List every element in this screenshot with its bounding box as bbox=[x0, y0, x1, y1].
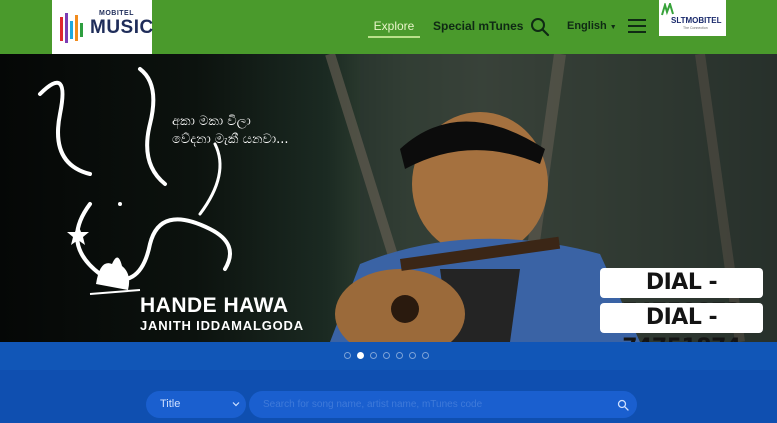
dial-code-1: DIAL - 74751873 bbox=[600, 268, 763, 325]
nav-explore-link[interactable]: Explore bbox=[368, 16, 420, 38]
slt-swoosh-icon bbox=[661, 3, 674, 16]
sltmobitel-logo[interactable]: SLTMOBITEL The Connection bbox=[659, 0, 726, 36]
sltmobitel-tagline: The Connection bbox=[683, 26, 708, 30]
sltmobitel-wordmark: SLTMOBITEL bbox=[671, 16, 722, 25]
dial-code-2: DIAL - 74751874 bbox=[600, 303, 763, 342]
carousel-dot[interactable] bbox=[344, 352, 351, 359]
banner-song-artist: JANITH IDDAMALGODA bbox=[140, 318, 304, 333]
carousel-dot[interactable] bbox=[422, 352, 429, 359]
search-input[interactable] bbox=[263, 396, 603, 413]
nav-special-mtunes-link[interactable]: Special mTunes bbox=[433, 16, 523, 36]
search-icon[interactable] bbox=[617, 399, 629, 411]
banner-lyric-line-1: අකා මකා විලා bbox=[172, 114, 251, 129]
carousel-dot[interactable] bbox=[409, 352, 416, 359]
hamburger-menu-icon[interactable] bbox=[628, 18, 646, 34]
language-dropdown[interactable]: English ▼ bbox=[567, 18, 617, 36]
logo-brand-top: MOBITEL bbox=[99, 10, 134, 17]
chevron-down-icon bbox=[232, 402, 240, 407]
carousel-dot[interactable] bbox=[396, 352, 403, 359]
carousel-indicators bbox=[344, 352, 429, 360]
language-label: English bbox=[567, 20, 607, 32]
chevron-down-icon: ▼ bbox=[609, 24, 617, 31]
search-icon[interactable] bbox=[530, 17, 550, 37]
carousel-dot[interactable] bbox=[357, 352, 364, 359]
carousel-dot[interactable] bbox=[383, 352, 390, 359]
mobitel-music-logo[interactable]: MOBITEL MUSIC bbox=[52, 0, 154, 54]
equalizer-bars-icon bbox=[60, 13, 83, 43]
search-filter-value: Title bbox=[160, 398, 181, 410]
search-field-wrapper bbox=[249, 391, 637, 418]
logo-brand-main: MUSIC bbox=[90, 17, 154, 38]
hero-banner[interactable]: අකා මකා විලා වේදනා මැකී යනවා... HANDE HA… bbox=[0, 54, 777, 342]
top-header: MOBITEL MUSIC Explore Special mTunes Eng… bbox=[0, 0, 777, 54]
carousel-dot[interactable] bbox=[370, 352, 377, 359]
banner-song-title: HANDE HAWA bbox=[140, 294, 289, 317]
search-filter-select[interactable]: Title bbox=[146, 391, 246, 418]
banner-lyric-line-2: වේදනා මැකී යනවා... bbox=[172, 132, 289, 147]
